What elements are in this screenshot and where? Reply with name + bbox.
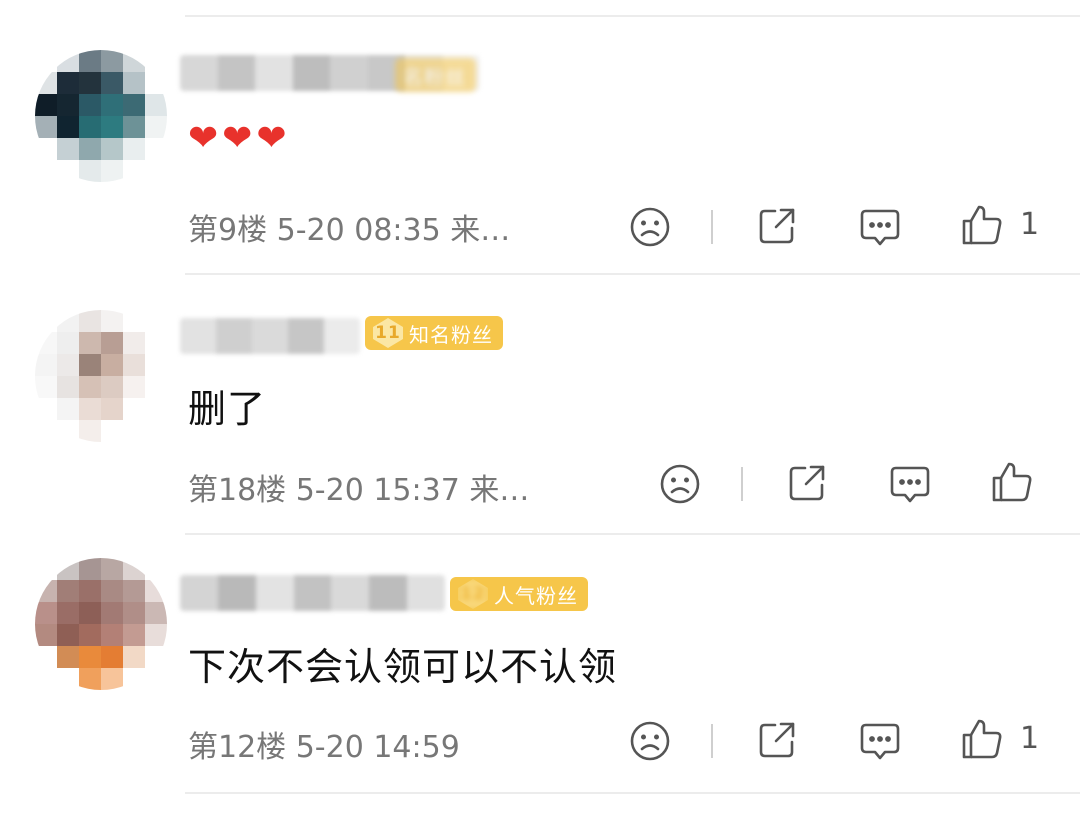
fan-badge: 11 知名粉丝: [365, 316, 503, 350]
avatar[interactable]: [35, 558, 167, 690]
top-divider: [185, 15, 1080, 17]
share-icon: [759, 722, 795, 758]
dislike-button[interactable]: [628, 205, 672, 249]
fan-badge-label: 名粉丝: [403, 64, 466, 89]
fan-level: 12: [458, 579, 488, 609]
avatar[interactable]: [35, 310, 167, 442]
like-button[interactable]: [990, 460, 1034, 504]
share-button[interactable]: [755, 718, 799, 762]
dislike-button[interactable]: [658, 462, 702, 506]
like-button[interactable]: [960, 203, 1004, 247]
dislike-button[interactable]: [628, 719, 672, 763]
sad-face-icon: [630, 721, 670, 761]
comment-divider: [185, 792, 1080, 794]
thumbs-up-icon: [962, 205, 1002, 245]
avatar[interactable]: [35, 50, 167, 182]
comment-divider: [185, 273, 1080, 275]
like-count: 1: [1020, 721, 1040, 756]
reply-button[interactable]: [888, 462, 932, 506]
comment-meta: 第9楼 5-20 08:35 来…: [188, 213, 511, 248]
thumbs-up-icon: [962, 719, 1002, 759]
comment-meta: 第12楼 5-20 14:59: [188, 730, 460, 765]
reply-button[interactable]: [858, 205, 902, 249]
share-button[interactable]: [785, 461, 829, 505]
comment-content: 删了: [188, 387, 267, 431]
thumbs-up-icon: [992, 462, 1032, 502]
comment-content: ❤❤❤: [188, 118, 291, 159]
comment-icon: [890, 466, 930, 503]
fan-level: 11: [373, 318, 403, 348]
reply-button[interactable]: [858, 719, 902, 763]
action-separator: [741, 467, 743, 501]
share-button[interactable]: [755, 204, 799, 248]
comment-icon: [860, 723, 900, 760]
fan-badge: 12 人气粉丝: [450, 577, 588, 611]
fan-badge: 名粉丝: [395, 58, 476, 92]
comment-meta: 第18楼 5-20 15:37 来…: [188, 473, 530, 508]
username-blurred[interactable]: [180, 575, 445, 611]
like-count: 1: [1020, 207, 1040, 242]
comment-divider: [185, 533, 1080, 535]
comment-icon: [860, 209, 900, 246]
action-separator: [711, 724, 713, 758]
like-button[interactable]: [960, 717, 1004, 761]
action-separator: [711, 210, 713, 244]
comment-content: 下次不会认领可以不认领: [188, 645, 618, 689]
username-blurred[interactable]: [180, 318, 360, 354]
share-icon: [759, 208, 795, 244]
fan-badge-label: 知名粉丝: [409, 322, 493, 347]
sad-face-icon: [630, 207, 670, 247]
fan-badge-label: 人气粉丝: [494, 583, 578, 608]
sad-face-icon: [660, 464, 700, 504]
share-icon: [789, 465, 825, 501]
